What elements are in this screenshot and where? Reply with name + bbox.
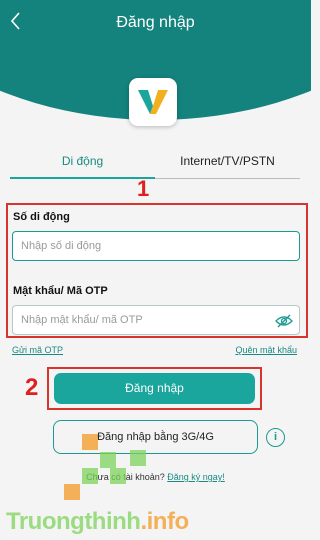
page-title: Đăng nhập bbox=[116, 14, 195, 31]
annotation-step-1: 1 bbox=[137, 176, 150, 201]
tab-internet-tv-pstn[interactable]: Internet/TV/PSTN bbox=[155, 154, 300, 180]
app-logo bbox=[129, 78, 177, 126]
register-row: Chưa có tài khoản? Đăng ký ngay! bbox=[0, 472, 311, 482]
active-tab-indicator bbox=[10, 177, 155, 179]
annotation-step-2: 2 bbox=[25, 374, 39, 401]
tab-divider-line bbox=[155, 178, 300, 179]
password-label: Mật khẩu/ Mã OTP bbox=[13, 285, 108, 297]
tab-bar: Di động Internet/TV/PSTN bbox=[10, 154, 300, 180]
login-highlight-box: Đăng nhập bbox=[47, 367, 262, 410]
credentials-highlight-box: Số di động Mật khẩu/ Mã OTP bbox=[6, 203, 308, 338]
watermark-main: Truongthinh bbox=[6, 508, 141, 535]
watermark-logo bbox=[64, 434, 154, 504]
password-field bbox=[12, 305, 300, 335]
watermark-square bbox=[110, 468, 126, 484]
app-logo-icon bbox=[138, 90, 168, 114]
phone-input[interactable] bbox=[13, 232, 299, 260]
watermark-square bbox=[100, 452, 116, 468]
send-otp-link[interactable]: Gửi mã OTP bbox=[12, 345, 63, 355]
watermark-square bbox=[64, 484, 80, 500]
watermark-square bbox=[82, 434, 98, 450]
register-link[interactable]: Đăng ký ngay! bbox=[167, 472, 225, 482]
password-input[interactable] bbox=[13, 306, 299, 334]
watermark-accent: .info bbox=[140, 508, 189, 535]
watermark-square bbox=[130, 450, 146, 466]
toggle-password-visibility[interactable] bbox=[275, 313, 293, 329]
phone-label: Số di động bbox=[13, 211, 70, 223]
eye-slash-icon bbox=[275, 314, 293, 328]
login-button[interactable]: Đăng nhập bbox=[54, 373, 255, 404]
watermark-square bbox=[82, 468, 98, 484]
info-icon[interactable]: i bbox=[266, 428, 285, 447]
phone-field bbox=[12, 231, 300, 261]
watermark-text: Truongthinh.info bbox=[6, 508, 189, 536]
forgot-password-link[interactable]: Quên mật khẩu bbox=[235, 345, 297, 355]
